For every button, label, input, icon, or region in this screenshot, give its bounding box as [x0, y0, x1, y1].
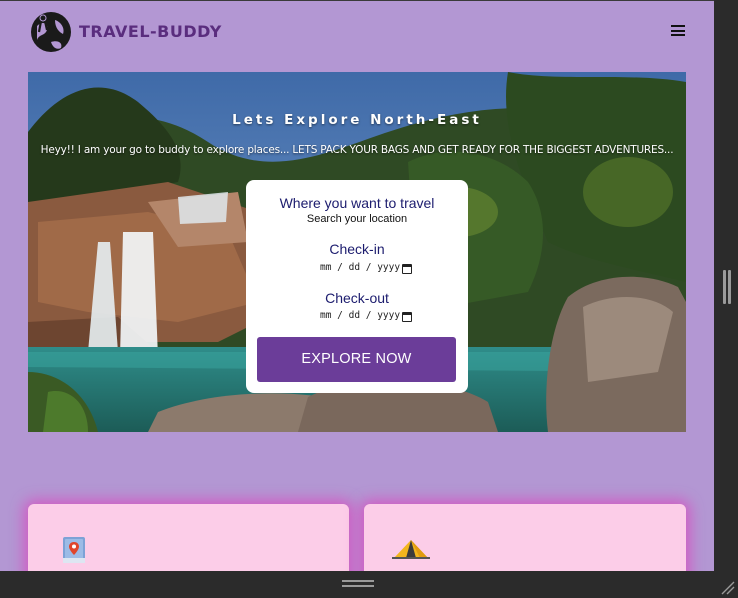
checkin-date-value: mm / dd / yyyy [320, 262, 401, 273]
navbar: TRAVEL-BUDDY [0, 1, 714, 65]
resize-grip-bottom[interactable] [342, 585, 374, 587]
feature-card [364, 504, 686, 571]
bottom-panel-bar[interactable] [0, 571, 738, 598]
resize-grip-top[interactable] [342, 580, 374, 582]
map-pin-book-icon [63, 537, 85, 563]
camping-tent-icon [392, 540, 430, 559]
checkout-date-input[interactable]: mm / dd / yyyy [320, 310, 412, 324]
hero-subtitle: Heyy!! I am your go to buddy to explore … [40, 144, 674, 156]
checkout-date-value: mm / dd / yyyy [320, 310, 401, 321]
hamburger-menu-icon[interactable] [671, 25, 685, 36]
search-card: Where you want to travel Search your loc… [246, 180, 468, 393]
search-location-link[interactable]: Search your location [246, 213, 468, 225]
resize-grip-left[interactable] [723, 270, 726, 304]
vertical-scrollbar[interactable] [714, 0, 738, 571]
hero-title: Lets Explore North-East [232, 112, 482, 128]
search-heading: Where you want to travel [279, 195, 435, 211]
resize-corner-icon[interactable] [721, 581, 735, 595]
calendar-icon[interactable] [402, 312, 412, 322]
page-viewport: TRAVEL-BUDDY Lets Explore North-East Hey… [0, 0, 714, 571]
globe-traveler-icon[interactable] [29, 10, 73, 54]
brand-name[interactable]: TRAVEL-BUDDY [79, 22, 222, 41]
checkin-label: Check-in [329, 241, 385, 257]
hero-banner: Lets Explore North-East Heyy!! I am your… [28, 72, 686, 432]
checkin-date-input[interactable]: mm / dd / yyyy [320, 262, 412, 276]
feature-card [28, 504, 349, 571]
calendar-icon[interactable] [402, 264, 412, 274]
checkout-label: Check-out [325, 290, 389, 306]
explore-now-button[interactable]: EXPLORE NOW [257, 337, 456, 382]
resize-grip-right[interactable] [728, 270, 731, 304]
